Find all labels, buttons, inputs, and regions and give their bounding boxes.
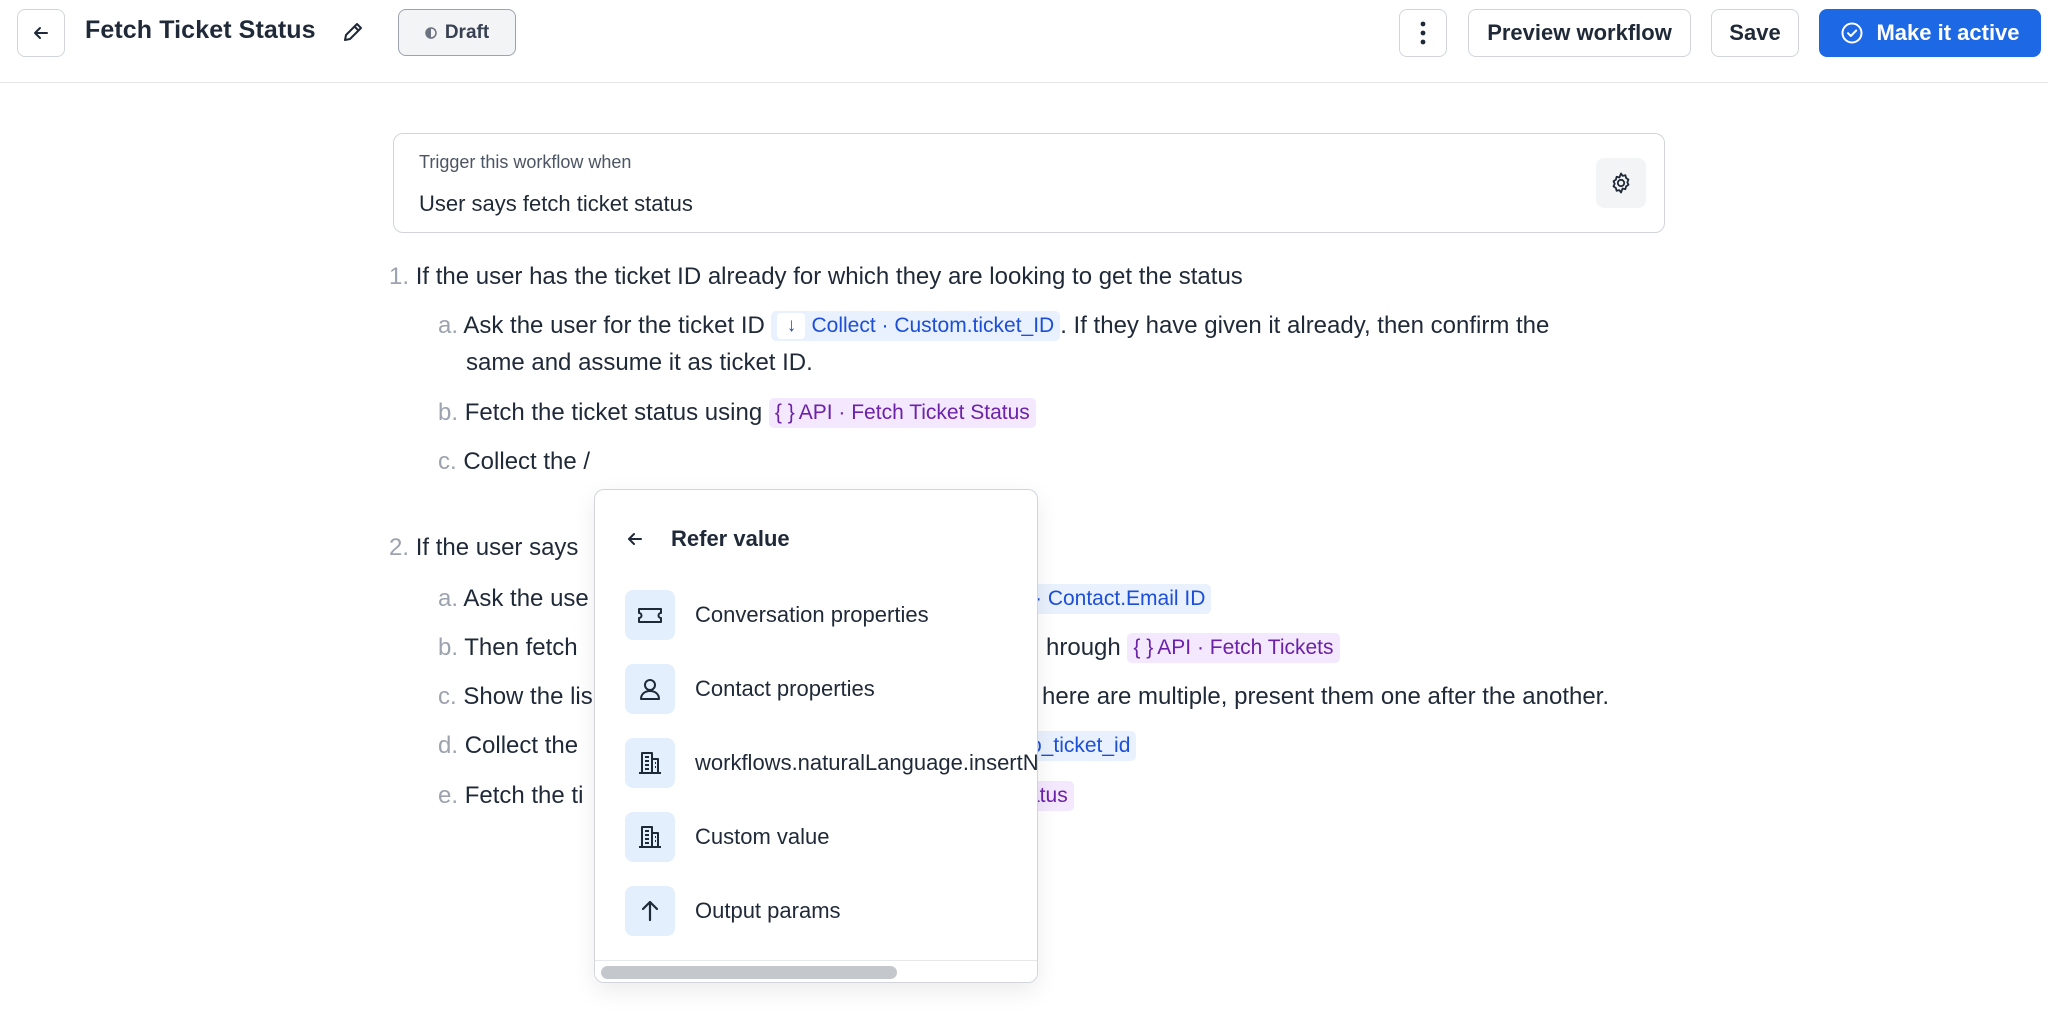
step-text: If the user says [415, 534, 579, 561]
step-1b[interactable]: b. Fetch the ticket status using { } API … [438, 396, 1036, 430]
make-active-label: Make it active [1876, 20, 2020, 45]
arrow-left-icon [34, 27, 48, 39]
dropdown-header: Refer value [625, 526, 790, 552]
step-number: 2. [389, 534, 410, 561]
api-chip[interactable]: { } API · Fetch Tickets [1127, 633, 1340, 663]
arrow-down-icon: ↓ [777, 313, 806, 339]
menu-item-custom-value[interactable]: Custom value [625, 812, 1037, 862]
braces-icon: { } [774, 401, 795, 424]
step-text: hrough [1046, 634, 1121, 661]
menu-item-label: Conversation properties [695, 602, 929, 627]
arrow-left-icon[interactable] [625, 529, 645, 549]
step-number: c. [438, 448, 457, 475]
menu-item-insert-natural-language[interactable]: workflows.naturalLanguage.insertN [625, 738, 1038, 788]
step-text: here are multiple, present them one afte… [1042, 683, 1610, 710]
status-badge-label: Draft [444, 21, 490, 43]
collect-chip-label: Collect · Custom.ticket_ID [811, 314, 1055, 337]
step-1c[interactable]: c. Collect the / [438, 445, 590, 479]
step-2[interactable]: 2. If the user says [389, 531, 578, 565]
more-options-button[interactable] [1399, 9, 1447, 57]
status-badge[interactable]: Draft [398, 9, 516, 56]
step-number: b. [438, 634, 459, 661]
half-circle-icon [425, 26, 437, 39]
step-1[interactable]: 1. If the user has the ticket ID already… [389, 260, 1243, 294]
trigger-value: User says fetch ticket status [419, 191, 693, 216]
menu-item-contact-properties[interactable]: Contact properties [625, 664, 1037, 714]
step-2e[interactable]: e. Fetch the ti [438, 779, 583, 813]
step-2a-chip[interactable]: · Contact.Email ID [1034, 582, 1212, 616]
menu-item-output-params[interactable]: Output params [625, 886, 1037, 936]
edit-title-button[interactable] [338, 17, 368, 47]
page-title: Fetch Ticket Status [85, 16, 316, 44]
api-chip-label: API · Fetch Ticket Status [798, 401, 1030, 424]
pencil-icon [344, 23, 362, 41]
trigger-settings-button[interactable] [1596, 158, 1646, 208]
step-number: b. [438, 399, 459, 426]
menu-item-label: Contact properties [695, 676, 875, 701]
collect-chip-label[interactable]: · Contact.Email ID [1034, 584, 1212, 614]
make-active-button[interactable]: Make it active [1819, 9, 2041, 57]
trigger-card[interactable]: Trigger this workflow when User says fet… [393, 133, 1665, 233]
arrow-up-icon [625, 886, 675, 936]
step-2c[interactable]: c. Show the lis [438, 680, 593, 714]
api-chip[interactable]: { } API · Fetch Ticket Status [768, 398, 1036, 428]
building-icon [625, 738, 675, 788]
more-vertical-icon [1420, 21, 1426, 45]
menu-item-conversation-properties[interactable]: Conversation properties [625, 590, 1037, 640]
check-circle-icon [1841, 22, 1863, 44]
step-number: 1. [389, 263, 410, 290]
back-button[interactable] [17, 9, 65, 57]
step-2d-chip[interactable]: o_ticket_id [1028, 729, 1137, 763]
menu-item-label: Output params [695, 898, 841, 923]
scrollbar-thumb[interactable] [601, 966, 897, 979]
api-chip-label: API · Fetch Tickets [1157, 636, 1334, 659]
step-2c-tail: here are multiple, present them one afte… [1042, 680, 1609, 714]
step-text: Collect the [464, 732, 579, 759]
step-text: Collect the / [463, 448, 591, 475]
step-number: e. [438, 782, 459, 809]
trigger-label: Trigger this workflow when [419, 152, 632, 172]
user-icon [625, 664, 675, 714]
step-number: a. [438, 312, 459, 339]
menu-item-label: Custom value [695, 824, 830, 849]
step-2a[interactable]: a. Ask the use [438, 582, 589, 616]
step-2d[interactable]: d. Collect the [438, 729, 578, 763]
step-text: If the user has the ticket ID already fo… [415, 263, 1243, 290]
step-text: . If they have given it already, then co… [1060, 312, 1550, 339]
top-bar: Fetch Ticket Status Draft Preview workfl… [0, 0, 2048, 83]
gear-icon [1612, 172, 1630, 194]
dropdown-title: Refer value [671, 526, 790, 551]
step-2b[interactable]: b. Then fetch [438, 631, 578, 665]
step-1a[interactable]: a. Ask the user for the ticket ID ↓ Colle… [438, 309, 1549, 343]
refer-value-dropdown[interactable]: Refer value Conversation properties Cont… [594, 489, 1038, 983]
menu-item-label: workflows.naturalLanguage.insertN [695, 750, 1038, 775]
step-number: c. [438, 683, 457, 710]
collect-chip[interactable]: ↓ Collect · Custom.ticket_ID [771, 311, 1061, 341]
braces-icon: { } [1133, 636, 1154, 659]
step-text: Fetch the ticket status using [464, 399, 763, 426]
step-text: Show the lis [463, 683, 593, 710]
building-icon [625, 812, 675, 862]
preview-workflow-button[interactable]: Preview workflow [1468, 9, 1691, 57]
collect-chip-label[interactable]: o_ticket_id [1028, 731, 1137, 761]
step-number: d. [438, 732, 459, 759]
step-text: same and assume it as ticket ID. [466, 349, 813, 376]
step-number: a. [438, 585, 459, 612]
step-text: Ask the user for the ticket ID [463, 312, 765, 339]
ticket-icon [625, 590, 675, 640]
horizontal-scrollbar[interactable] [595, 960, 1037, 982]
step-text: Then fetch [464, 634, 578, 661]
step-2b-tail[interactable]: hrough { } API · Fetch Tickets [1046, 631, 1340, 665]
step-text: Fetch the ti [464, 782, 584, 809]
step-text: Ask the use [463, 585, 589, 612]
step-1a-continued: same and assume it as ticket ID. [466, 346, 813, 380]
save-button[interactable]: Save [1711, 9, 1799, 57]
